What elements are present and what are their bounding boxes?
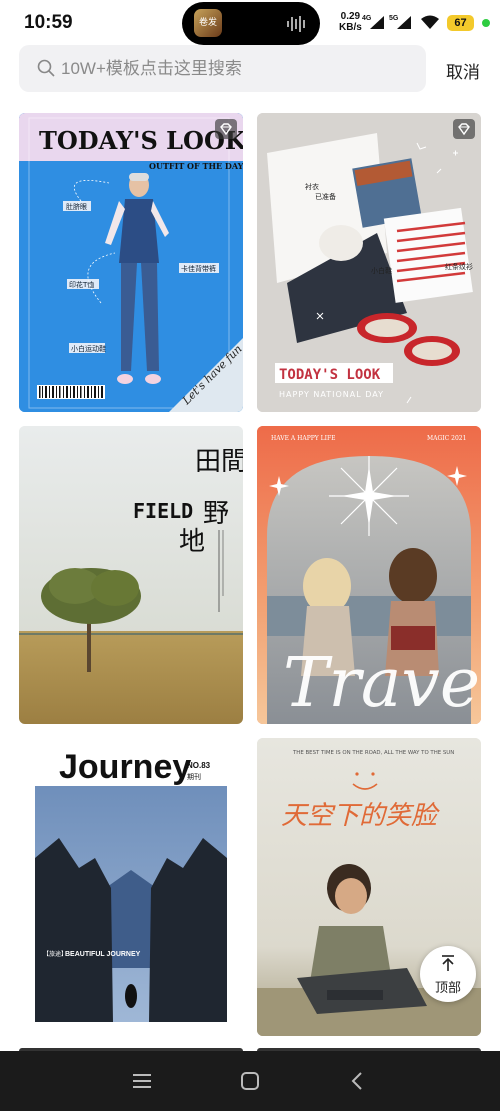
svg-text:印花T恤: 印花T恤 xyxy=(69,280,94,289)
dynamic-island[interactable]: 卷发 xyxy=(182,2,320,45)
svg-text:MAGIC 2021: MAGIC 2021 xyxy=(427,435,466,442)
system-nav-bar xyxy=(0,1051,500,1111)
svg-text:NO.83: NO.83 xyxy=(187,761,211,770)
battery-level: 67 xyxy=(447,15,474,31)
clock: 10:59 xyxy=(24,12,73,33)
cancel-button[interactable]: 取消 xyxy=(446,58,480,83)
svg-text:Journey: Journey xyxy=(59,748,191,786)
svg-text:天空下的笑脸: 天空下的笑脸 xyxy=(281,801,440,831)
svg-text:5G: 5G xyxy=(389,15,399,22)
template-card[interactable]: 田間 FIELD 野 地 xyxy=(19,426,243,724)
network-speed: 0.29 KB/s xyxy=(339,11,362,33)
wifi-icon xyxy=(421,15,439,29)
svg-text:BEAUTIFUL JOURNEY: BEAUTIFUL JOURNEY xyxy=(65,951,141,958)
svg-text:Travel: Travel xyxy=(283,644,481,723)
svg-text:HAPPY NATIONAL DAY: HAPPY NATIONAL DAY xyxy=(279,390,384,399)
svg-text:【旅途】: 【旅途】 xyxy=(43,950,67,958)
svg-text:衬衣: 衬衣 xyxy=(305,182,319,191)
template-card[interactable]: TODAY'S LOOK OUTFIT OF THE DAY 肚脐眼 卡佳背带裤… xyxy=(19,113,243,412)
diamond-icon xyxy=(220,123,232,136)
svg-text:已准备: 已准备 xyxy=(315,192,336,201)
search-bar[interactable] xyxy=(19,45,426,92)
svg-text:THE BEST TIME IS ON THE ROAD,: THE BEST TIME IS ON THE ROAD, ALL THE WA… xyxy=(292,750,454,756)
back-icon[interactable] xyxy=(346,1069,370,1093)
svg-text:红条纹衫: 红条纹衫 xyxy=(445,262,473,271)
template-card[interactable]: 衬衣 已准备 小白鞋 红条纹衫 TODAY'S LOOK HAPPY NATIO… xyxy=(257,113,481,412)
status-bar: 10:59 卷发 0.29 KB/s 4G 5G 67 xyxy=(0,0,500,45)
back-to-top-button[interactable]: 顶部 xyxy=(420,946,476,1002)
svg-text:TODAY'S LOOK: TODAY'S LOOK xyxy=(279,367,381,383)
template-preview-image: 田間 FIELD 野 地 xyxy=(19,426,243,724)
vip-badge xyxy=(453,119,475,139)
template-preview-image: 衬衣 已准备 小白鞋 红条纹衫 TODAY'S LOOK HAPPY NATIO… xyxy=(257,113,481,412)
app-thumbnail: 卷发 xyxy=(194,9,222,37)
arrow-up-icon xyxy=(442,955,454,971)
search-icon xyxy=(37,59,55,77)
svg-text:卡佳背带裤: 卡佳背带裤 xyxy=(181,264,216,273)
svg-text:OUTFIT OF THE DAY: OUTFIT OF THE DAY xyxy=(149,161,243,171)
template-card[interactable]: HAVE A HAPPY LIFE MAGIC 2021 Travel xyxy=(257,426,481,724)
menu-icon[interactable] xyxy=(130,1069,154,1093)
svg-text:田間: 田間 xyxy=(195,447,243,477)
audio-wave-icon xyxy=(287,16,305,32)
vip-badge xyxy=(215,119,237,139)
svg-text:4G: 4G xyxy=(362,15,372,22)
back-to-top-label: 顶部 xyxy=(434,980,461,995)
search-input[interactable] xyxy=(61,54,411,84)
template-preview-image: HAVE A HAPPY LIFE MAGIC 2021 Travel xyxy=(257,426,481,724)
svg-text:肚脐眼: 肚脐眼 xyxy=(66,202,87,211)
svg-text:TODAY'S LOOK: TODAY'S LOOK xyxy=(39,126,243,155)
svg-text:野: 野 xyxy=(203,499,229,529)
svg-text:HAVE A HAPPY LIFE: HAVE A HAPPY LIFE xyxy=(271,435,336,442)
home-icon[interactable] xyxy=(238,1069,262,1093)
svg-text:小白鞋: 小白鞋 xyxy=(371,266,392,275)
online-dot xyxy=(482,19,490,27)
diamond-icon xyxy=(458,123,470,136)
svg-text:期刊: 期刊 xyxy=(187,773,201,781)
template-preview-image: TODAY'S LOOK OUTFIT OF THE DAY 肚脐眼 卡佳背带裤… xyxy=(19,113,243,412)
svg-text:FIELD: FIELD xyxy=(133,499,193,523)
signal-4g-icon: 4G xyxy=(362,15,384,29)
signal-5g-icon: 5G xyxy=(389,15,411,29)
svg-text:地: 地 xyxy=(179,527,205,557)
template-preview-image: Journey NO.83 期刊 【旅途】 BEAUTIFUL JOURNEY xyxy=(35,748,227,1022)
template-card[interactable]: Journey NO.83 期刊 【旅途】 BEAUTIFUL JOURNEY xyxy=(19,738,243,1036)
svg-text:小白运动鞋: 小白运动鞋 xyxy=(71,344,106,353)
